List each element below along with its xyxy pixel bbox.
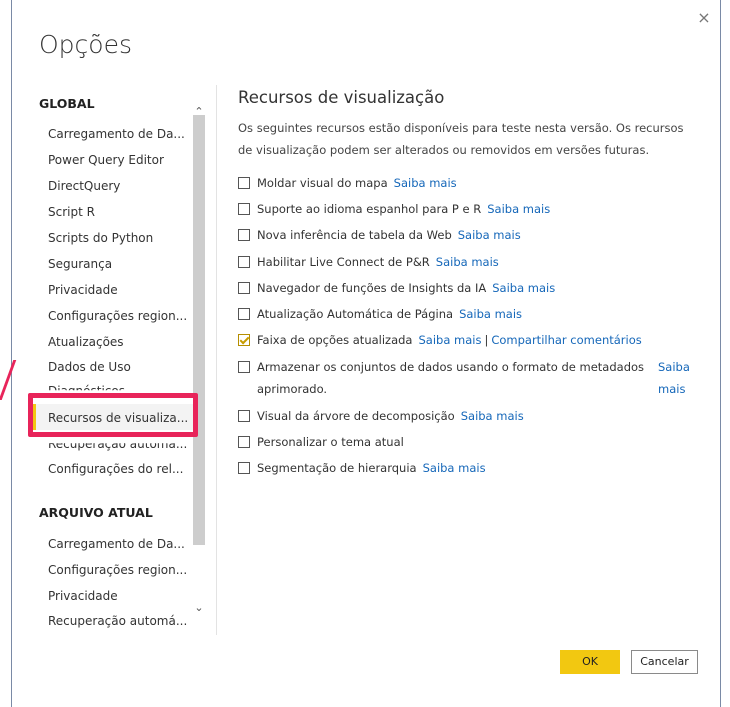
feature-label: Suporte ao idioma espanhol para P e R xyxy=(257,202,482,216)
nav-item-scripts-python[interactable]: Scripts do Python xyxy=(48,231,153,245)
nav-item-privacidade[interactable]: Privacidade xyxy=(48,283,118,297)
learn-more-link[interactable]: Saiba mais xyxy=(487,202,550,216)
feature-label: Visual da árvore de decomposição xyxy=(257,409,455,423)
feature-row: Armazenar os conjuntos de dados usando o… xyxy=(238,360,644,374)
nav-item-arquivo-privacidade[interactable]: Privacidade xyxy=(48,589,118,603)
feature-label: Atualização Automática de Página xyxy=(257,307,454,321)
feature-label: Personalizar o tema atual xyxy=(257,435,404,449)
nav-scrollbar[interactable]: ⌃ ⌄ xyxy=(190,93,206,633)
feature-checkbox[interactable] xyxy=(238,177,250,189)
feature-checkbox[interactable] xyxy=(238,410,250,422)
learn-more-link[interactable]: Saiba mais xyxy=(459,307,522,321)
feature-checkbox-checked[interactable] xyxy=(238,334,250,346)
nav-item-atualizacoes[interactable]: Atualizações xyxy=(48,335,124,349)
nav-item-arquivo-recuperacao[interactable]: Recuperação automá... xyxy=(48,614,187,628)
nav-item-arquivo-carregamento[interactable]: Carregamento de Da... xyxy=(48,537,185,551)
feature-label: Segmentação de hierarquia xyxy=(257,461,417,475)
section-title: Recursos de visualização xyxy=(238,88,445,107)
nav-item-configuracoes-regionais[interactable]: Configurações region... xyxy=(48,309,187,323)
feature-label: Moldar visual do mapa xyxy=(257,176,388,190)
learn-more-link[interactable]: Saiba mais xyxy=(492,281,555,295)
feature-row: Suporte ao idioma espanhol para P e R Sai… xyxy=(238,202,550,216)
share-feedback-link[interactable]: Compartilhar comentários xyxy=(491,333,641,347)
cancel-button[interactable]: Cancelar xyxy=(631,650,698,674)
feature-row: Personalizar o tema atual xyxy=(238,435,404,449)
options-dialog: × Opções GLOBAL Carregamento de Da... Po… xyxy=(11,0,721,707)
annotation-highlight-box xyxy=(28,393,198,437)
feature-row: Visual da árvore de decomposição Saiba ma… xyxy=(238,409,524,423)
feature-label: Habilitar Live Connect de P&R xyxy=(257,255,430,269)
feature-checkbox[interactable] xyxy=(238,256,250,268)
nav-item-arquivo-configuracoes-regionais[interactable]: Configurações region... xyxy=(48,563,187,577)
nav-item-configuracoes-relatorio[interactable]: Configurações do rel... xyxy=(48,462,183,476)
learn-more-link[interactable]: Saiba mais xyxy=(394,176,457,190)
feature-checkbox[interactable] xyxy=(238,462,250,474)
nav-item-seguranca[interactable]: Segurança xyxy=(48,257,112,271)
feature-checkbox[interactable] xyxy=(238,436,250,448)
nav-header-arquivo-atual: ARQUIVO ATUAL xyxy=(39,505,153,520)
nav-item-recuperacao-automatica[interactable]: Recuperação automá... xyxy=(48,443,187,451)
learn-more-link[interactable]: Saiba xyxy=(658,360,690,374)
feature-row: Nova inferência de tabela da Web Saiba ma… xyxy=(238,228,521,242)
nav-item-script-r[interactable]: Script R xyxy=(48,205,95,219)
preview-features-panel: Recursos de visualização Os seguintes re… xyxy=(238,88,708,475)
scrollbar-thumb[interactable] xyxy=(193,115,205,545)
feature-row: Habilitar Live Connect de P&R Saiba mais xyxy=(238,255,499,269)
feature-checkbox[interactable] xyxy=(238,282,250,294)
feature-label: Nova inferência de tabela da Web xyxy=(257,228,452,242)
feature-label: Armazenar os conjuntos de dados usando o… xyxy=(257,360,645,374)
learn-more-link[interactable]: Saiba mais xyxy=(423,461,486,475)
ok-button[interactable]: OK xyxy=(560,650,620,674)
nav-item-power-query-editor[interactable]: Power Query Editor xyxy=(48,153,164,167)
nav-item-dados-de-uso[interactable]: Dados de Uso xyxy=(48,360,131,374)
section-description: Os seguintes recursos estão disponíveis … xyxy=(238,121,684,157)
feature-checkbox[interactable] xyxy=(238,308,250,320)
link-separator: | xyxy=(484,333,489,347)
feature-checkbox[interactable] xyxy=(238,361,250,373)
feature-row: Atualização Automática de Página Saiba ma… xyxy=(238,307,522,321)
learn-more-link-continued[interactable]: mais xyxy=(658,382,685,396)
learn-more-link[interactable]: Saiba mais xyxy=(418,333,481,347)
feature-label: Faixa de opções atualizada xyxy=(257,333,413,347)
feature-checkbox[interactable] xyxy=(238,203,250,215)
nav-item-carregamento-de-dados[interactable]: Carregamento de Da... xyxy=(48,127,185,141)
panel-divider xyxy=(216,85,217,635)
nav-item-directquery[interactable]: DirectQuery xyxy=(48,179,120,193)
feature-label: Navegador de funções de Insights da IA xyxy=(257,281,487,295)
learn-more-link[interactable]: Saiba mais xyxy=(458,228,521,242)
learn-more-link[interactable]: Saiba mais xyxy=(461,409,524,423)
close-icon[interactable]: × xyxy=(696,10,712,26)
feature-row: Moldar visual do mapa Saiba mais xyxy=(238,176,457,190)
feature-label-continued: aprimorado. xyxy=(257,382,328,396)
learn-more-link[interactable]: Saiba mais xyxy=(436,255,499,269)
chevron-down-icon[interactable]: ⌄ xyxy=(193,601,205,615)
feature-row: Faixa de opções atualizada Saiba mais | Com… xyxy=(238,333,642,347)
feature-checkbox[interactable] xyxy=(238,229,250,241)
nav-header-global: GLOBAL xyxy=(39,96,95,111)
feature-row: Navegador de funções de Insights da IA Sa… xyxy=(238,281,555,295)
dialog-title: Opções xyxy=(39,30,132,59)
feature-row: Segmentação de hierarquia Saiba mais xyxy=(238,461,486,475)
